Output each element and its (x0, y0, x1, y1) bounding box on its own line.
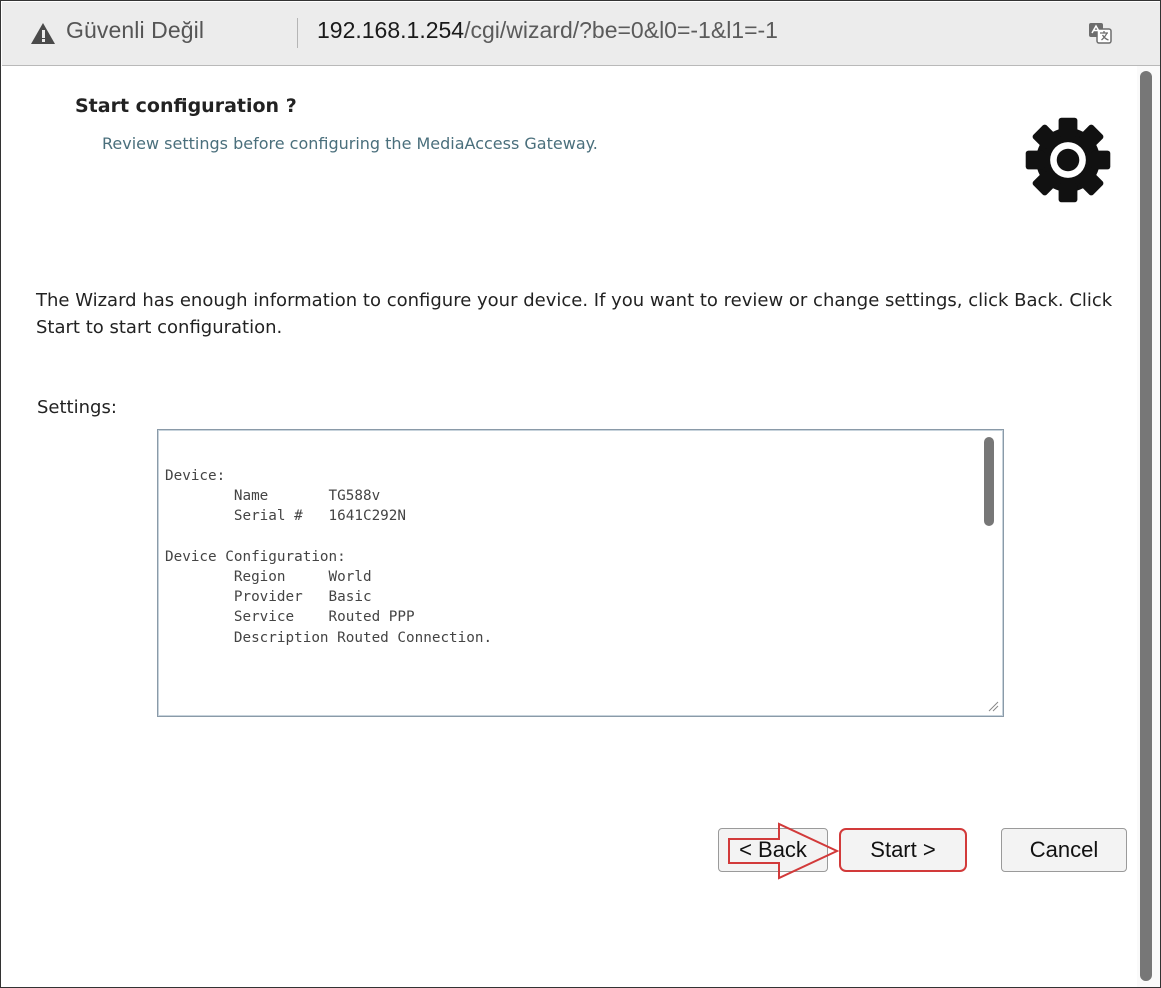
url-divider (297, 18, 298, 48)
browser-window: Güvenli Değil 192.168.1.254/cgi/wizard/?… (0, 0, 1161, 988)
intro-text: The Wizard has enough information to con… (36, 290, 1113, 338)
start-button[interactable]: Start > (839, 828, 967, 872)
url-host: 192.168.1.254 (317, 17, 465, 43)
settings-textarea[interactable]: Device: Name TG588v Serial # 1641C292N D… (157, 429, 1004, 717)
back-button[interactable]: < Back (718, 828, 828, 872)
resize-grip-icon[interactable] (987, 700, 999, 712)
wizard-title: Start configuration ? (75, 95, 297, 117)
security-label[interactable]: Güvenli Değil (66, 17, 204, 44)
settings-content: Device: Name TG588v Serial # 1641C292N D… (165, 468, 493, 646)
settings-scrollbar-thumb[interactable] (984, 437, 994, 526)
address-bar[interactable]: Güvenli Değil 192.168.1.254/cgi/wizard/?… (2, 2, 1160, 66)
page-scrollbar-thumb[interactable] (1140, 71, 1152, 981)
gear-icon (1025, 117, 1111, 203)
url-path: /cgi/wizard/?be=0&l0=-1&l1=-1 (464, 17, 778, 43)
cancel-button[interactable]: Cancel (1001, 828, 1127, 872)
settings-label: Settings: (37, 397, 117, 418)
translate-icon[interactable] (1088, 22, 1112, 44)
warning-icon-dot (41, 39, 45, 42)
url-text[interactable]: 192.168.1.254/cgi/wizard/?be=0&l0=-1&l1=… (317, 17, 778, 44)
wizard-subtitle: Review settings before configuring the M… (102, 134, 598, 153)
